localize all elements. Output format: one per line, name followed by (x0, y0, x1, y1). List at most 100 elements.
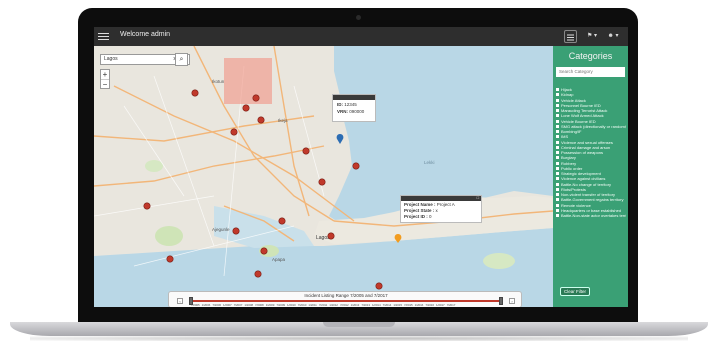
slider-tick-label: 7/2017 (446, 303, 456, 307)
category-checkbox[interactable] (556, 109, 559, 112)
zoom-in-button[interactable]: + (101, 70, 109, 79)
top-navbar: Welcome admin ⚑ ▾ ☻ ▾ (94, 27, 628, 46)
slider-tick-label: 1/2008 (244, 303, 253, 307)
incident-marker (191, 89, 199, 97)
list-view-button[interactable] (564, 30, 577, 43)
category-checkbox[interactable] (556, 166, 559, 170)
slider-tick-labels: 7/2005 1/2006 7/2006 1/2007 7/2007 1/2008 7/20… (191, 303, 501, 307)
vehicle-popup: ID: 12345 VRN: 090000 (332, 94, 376, 122)
category-label: Criminal damage and arson (561, 144, 611, 150)
category-checkbox[interactable] (556, 151, 559, 154)
slider-tick-label: 7/2011 (318, 303, 328, 307)
slider-prev-button[interactable]: ‹ (177, 298, 183, 304)
incident-marker (232, 227, 240, 235)
slider-tick-label: 7/2006 (212, 303, 221, 307)
category-label: Strategic development (561, 171, 601, 176)
incident-map[interactable]: Ikotun Ikeja Lagos Apapa Ajegunle Lekki (94, 46, 553, 307)
place-label: Ikotun (212, 79, 225, 84)
park-area (483, 253, 515, 269)
notifications-dropdown[interactable]: ⚑ ▾ (585, 30, 599, 43)
category-checkbox[interactable] (556, 88, 559, 91)
slider-title: Incident Listing Range 7/2005 and 7/2017 (304, 293, 388, 298)
category-checkbox[interactable] (556, 93, 559, 97)
category-checkbox[interactable] (556, 214, 559, 217)
category-label: Vehicle Attack (561, 97, 586, 103)
slider-tick-label: 1/2011 (308, 303, 317, 307)
category-label: Robbery (561, 160, 577, 166)
slider-tick-label: 7/2005 (191, 303, 200, 307)
category-checkbox[interactable] (556, 135, 559, 139)
category-checkbox[interactable] (556, 177, 559, 181)
category-search-input[interactable] (556, 67, 625, 77)
slider-tick-label: 7/2016 (425, 303, 434, 307)
category-label: SMG attack (directionally or randomly di… (561, 123, 626, 129)
laptop-base (10, 322, 708, 336)
clear-filter-button[interactable]: Clear Filter (560, 287, 590, 296)
category-checkbox[interactable] (556, 119, 559, 123)
park-area (155, 226, 183, 246)
category-checkbox[interactable] (556, 124, 559, 128)
category-checkbox[interactable] (556, 198, 559, 202)
slider-tick-label: 1/2014 (371, 303, 381, 307)
category-checkbox[interactable] (556, 130, 559, 133)
category-label: Personnel Bourne IED (561, 102, 601, 108)
category-label: IMS (561, 134, 569, 140)
category-label: Possession of weapons (561, 150, 604, 155)
category-checkbox[interactable] (556, 114, 559, 118)
incident-marker (257, 116, 265, 124)
category-checkbox[interactable] (556, 208, 559, 212)
popup-id-row: ID: 12345 (337, 102, 357, 107)
category-label: Headquarters or base established (561, 207, 622, 213)
heatmap-cell (224, 58, 272, 104)
date-range-slider: Incident Listing Range 7/2005 and 7/2017… (168, 291, 522, 307)
slider-tick-label: 1/2007 (223, 303, 232, 307)
category-label: Bombing/IF (561, 129, 582, 134)
category-checkbox[interactable] (556, 193, 559, 196)
zoom-out-button[interactable]: − (101, 79, 109, 89)
incident-marker (352, 162, 360, 170)
slider-next-button[interactable]: › (509, 298, 515, 304)
slider-tick-label: 7/2007 (233, 303, 243, 307)
search-button[interactable]: ⌕ (175, 53, 188, 66)
user-menu-dropdown[interactable]: ☻ ▾ (606, 30, 620, 43)
category-item[interactable]: Battle-Non-state actor overtakes territo… (556, 213, 626, 218)
laptop-shadow (30, 336, 688, 341)
incident-marker (302, 147, 310, 155)
close-icon[interactable]: □ (477, 195, 479, 200)
slider-tick-label: 7/2009 (276, 303, 285, 307)
app-screen: Welcome admin ⚑ ▾ ☻ ▾ Ikotun Ikeja Lagos… (94, 27, 628, 307)
welcome-title: Welcome admin (120, 31, 171, 38)
zoom-control: + − (100, 69, 110, 89)
category-label: Battle-Government regains territory (561, 197, 624, 203)
category-label: Hijack (561, 87, 572, 92)
category-checkbox[interactable] (556, 156, 559, 160)
category-label: Remote violence (561, 202, 591, 208)
slider-tick-label: 1/2012 (329, 303, 338, 307)
category-list: Hijack Kidnap Vehicle Attack Personnel Bour… (556, 87, 626, 218)
popup-vrn-row: VRN: 090000 (337, 109, 365, 114)
category-checkbox[interactable] (556, 203, 559, 207)
slider-tick-label: 7/2012 (339, 303, 349, 307)
category-checkbox[interactable] (556, 187, 559, 191)
category-label: Lone Wolf Armed Attack (561, 113, 604, 119)
hamburger-menu-icon[interactable] (98, 31, 109, 42)
slider-tick-label: 7/2008 (255, 303, 264, 307)
popup-id-row: Project ID : 0 (404, 214, 432, 219)
incident-marker (278, 217, 286, 225)
category-checkbox[interactable] (556, 172, 559, 175)
category-checkbox[interactable] (556, 145, 559, 149)
category-checkbox[interactable] (556, 103, 559, 107)
category-checkbox[interactable] (556, 161, 559, 165)
category-checkbox[interactable] (556, 140, 559, 144)
incident-marker (166, 255, 174, 263)
category-checkbox[interactable] (556, 182, 559, 186)
category-checkbox[interactable] (556, 98, 559, 102)
category-label: Vehicle Bourne IED (561, 118, 596, 124)
category-label: Riots/Protests (561, 186, 586, 192)
incident-marker (230, 128, 238, 136)
slider-track[interactable] (191, 300, 501, 302)
category-label: Battle-Non-state actor overtakes territo… (561, 213, 626, 218)
incident-marker (327, 232, 335, 240)
slider-tick-label: 7/2014 (382, 303, 392, 307)
incident-marker (242, 104, 250, 112)
